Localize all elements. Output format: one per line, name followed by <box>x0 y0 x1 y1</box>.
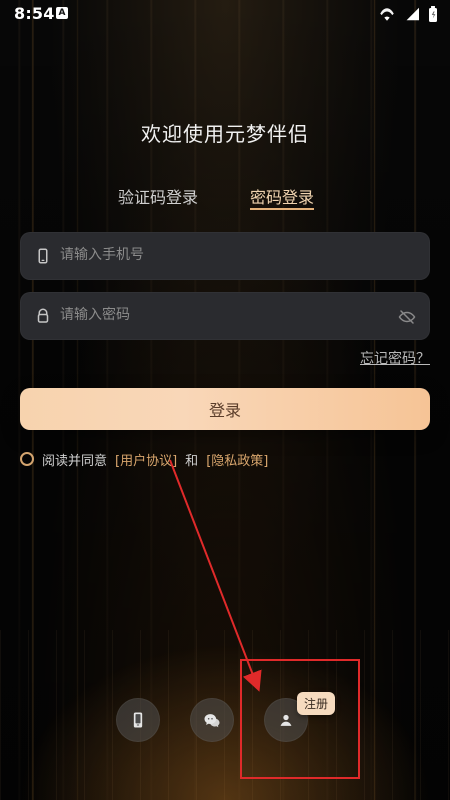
agreement-row: 阅读并同意 [用户协议] 和 [隐私政策] <box>20 449 268 469</box>
agreement-and: 和 <box>185 453 199 469</box>
lock-icon <box>37 308 49 323</box>
wifi-icon <box>380 8 394 21</box>
login-method-tabs: 验证码登录 密码登录 <box>0 184 450 214</box>
login-button[interactable]: 登录 <box>20 388 430 430</box>
user-agreement-link[interactable]: [用户协议] <box>115 450 177 469</box>
tab-verification-code-login[interactable]: 验证码登录 <box>118 184 198 208</box>
forgot-password-link[interactable]: 忘记密码？ <box>360 348 430 368</box>
password-field[interactable] <box>20 292 430 340</box>
tab-password-login-label: 密码登录 <box>250 188 315 207</box>
eye-off-icon[interactable] <box>398 308 416 326</box>
phone-icon <box>133 712 143 728</box>
agreement-radio[interactable] <box>20 452 34 466</box>
privacy-policy-link[interactable]: [隐私政策] <box>206 450 268 469</box>
tab-active-underline <box>250 208 315 210</box>
phone-input[interactable] <box>58 246 386 264</box>
tab-password-login[interactable]: 密码登录 <box>250 184 315 210</box>
wechat-icon <box>204 714 220 728</box>
battery-icon <box>429 6 437 22</box>
password-input[interactable] <box>58 306 386 324</box>
cellular-signal-icon <box>406 7 419 21</box>
phone-field[interactable] <box>20 232 430 280</box>
phone-icon <box>38 248 48 264</box>
agreement-prefix: 阅读并同意 <box>42 453 108 469</box>
app-indicator-icon: A <box>56 7 68 19</box>
status-icons <box>378 6 438 22</box>
wechat-login-button[interactable] <box>190 698 234 742</box>
status-bar: 8:54 A <box>0 0 450 26</box>
annotation-highlight-box <box>240 659 360 779</box>
status-time: 8:54 <box>14 4 55 23</box>
phone-login-button[interactable] <box>116 698 160 742</box>
page-title: 欢迎使用元梦伴侣 <box>141 122 309 146</box>
bottom-login-options <box>0 698 450 742</box>
app-indicator-letter: A <box>58 8 66 18</box>
